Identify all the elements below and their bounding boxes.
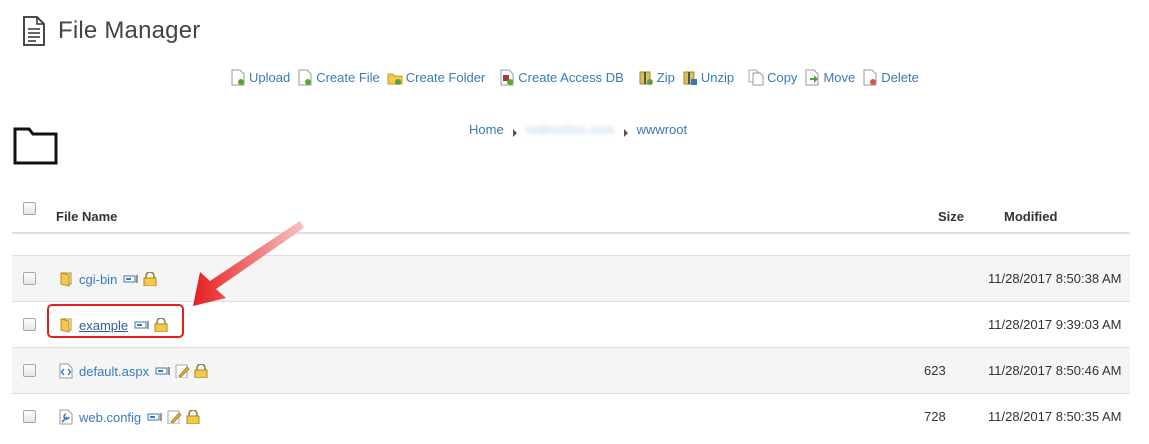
upload-icon bbox=[231, 69, 245, 86]
create-file-label: Create File bbox=[316, 70, 380, 85]
folder-icon bbox=[60, 272, 72, 287]
create-folder-button[interactable]: Create Folder bbox=[387, 69, 485, 86]
row-checkbox[interactable] bbox=[23, 364, 36, 377]
copy-icon bbox=[748, 69, 764, 86]
row-checkbox[interactable] bbox=[23, 318, 36, 331]
rename-icon[interactable] bbox=[123, 272, 139, 286]
create-folder-label: Create Folder bbox=[405, 70, 486, 85]
delete-label: Delete bbox=[881, 70, 919, 85]
copy-button[interactable]: Copy bbox=[748, 69, 797, 86]
config-file-icon bbox=[59, 409, 73, 425]
edit-icon[interactable] bbox=[174, 364, 190, 378]
file-link[interactable]: cgi-bin bbox=[79, 272, 117, 287]
row-checkbox[interactable] bbox=[23, 410, 36, 423]
upload-button[interactable]: Upload bbox=[230, 69, 290, 86]
document-icon bbox=[23, 16, 45, 46]
create-access-db-label: Create Access DB bbox=[518, 70, 624, 85]
file-link[interactable]: web.config bbox=[79, 410, 141, 425]
select-all-checkbox[interactable] bbox=[23, 202, 36, 215]
zip-icon bbox=[639, 71, 653, 85]
table-header: File Name Size Modified bbox=[12, 196, 1130, 234]
copy-label: Copy bbox=[767, 70, 798, 85]
move-icon bbox=[805, 69, 819, 86]
file-size: 623 bbox=[924, 363, 946, 378]
table-row: web.config 728 11/28/2017 8:50:35 AM bbox=[12, 393, 1130, 439]
lock-icon[interactable] bbox=[185, 410, 201, 424]
move-label: Move bbox=[823, 70, 856, 85]
breadcrumb-separator-icon bbox=[623, 128, 628, 137]
create-folder-icon bbox=[387, 73, 403, 85]
unzip-icon bbox=[683, 71, 697, 85]
create-access-db-button[interactable]: Create Access DB bbox=[499, 69, 624, 86]
create-file-icon bbox=[298, 69, 312, 86]
toolbar: Upload Create File Create Folder Create … bbox=[230, 69, 926, 86]
unzip-label: Unzip bbox=[700, 70, 735, 85]
column-header-size[interactable]: Size bbox=[938, 209, 964, 224]
create-access-db-icon bbox=[500, 69, 514, 86]
rename-icon[interactable] bbox=[147, 410, 163, 424]
file-modified: 11/28/2017 9:39:03 AM bbox=[988, 317, 1122, 332]
unzip-button[interactable]: Unzip bbox=[682, 69, 734, 86]
table-row: default.aspx 623 11/28/2017 8:50:46 AM bbox=[12, 347, 1130, 393]
row-checkbox[interactable] bbox=[23, 272, 36, 285]
lock-icon[interactable] bbox=[142, 272, 158, 286]
move-button[interactable]: Move bbox=[804, 69, 855, 86]
file-modified: 11/28/2017 8:50:38 AM bbox=[988, 271, 1122, 286]
breadcrumb-current[interactable]: wwwroot bbox=[637, 122, 688, 137]
breadcrumb-separator-icon bbox=[512, 128, 517, 137]
file-size: 728 bbox=[924, 409, 946, 424]
create-file-button[interactable]: Create File bbox=[297, 69, 380, 86]
file-name-cell: default.aspx bbox=[58, 348, 209, 394]
column-header-name[interactable]: File Name bbox=[56, 209, 117, 224]
file-modified: 11/28/2017 8:50:46 AM bbox=[988, 363, 1122, 378]
upload-label: Upload bbox=[249, 70, 291, 85]
delete-button[interactable]: Delete bbox=[862, 69, 919, 86]
file-name-cell: cgi-bin bbox=[58, 256, 158, 302]
zip-button[interactable]: Zip bbox=[638, 69, 675, 86]
breadcrumb: Home redirection.com wwwroot bbox=[469, 122, 687, 137]
zip-label: Zip bbox=[656, 70, 675, 85]
column-header-modified[interactable]: Modified bbox=[1004, 209, 1057, 224]
edit-icon[interactable] bbox=[166, 410, 182, 424]
file-name-cell: web.config bbox=[58, 394, 201, 440]
lock-icon[interactable] bbox=[193, 364, 209, 378]
breadcrumb-domain[interactable]: redirection.com bbox=[526, 122, 615, 137]
rename-icon[interactable] bbox=[155, 364, 171, 378]
folder-icon bbox=[13, 127, 58, 165]
page-header: File Manager bbox=[22, 16, 200, 46]
file-modified: 11/28/2017 8:50:35 AM bbox=[988, 409, 1122, 424]
file-link[interactable]: default.aspx bbox=[79, 364, 149, 379]
highlight-box bbox=[47, 304, 184, 338]
page-title: File Manager bbox=[58, 17, 201, 44]
aspx-file-icon bbox=[59, 363, 73, 379]
delete-icon bbox=[863, 69, 877, 86]
breadcrumb-home[interactable]: Home bbox=[469, 122, 504, 137]
table-row: cgi-bin 11/28/2017 8:50:38 AM bbox=[12, 255, 1130, 301]
